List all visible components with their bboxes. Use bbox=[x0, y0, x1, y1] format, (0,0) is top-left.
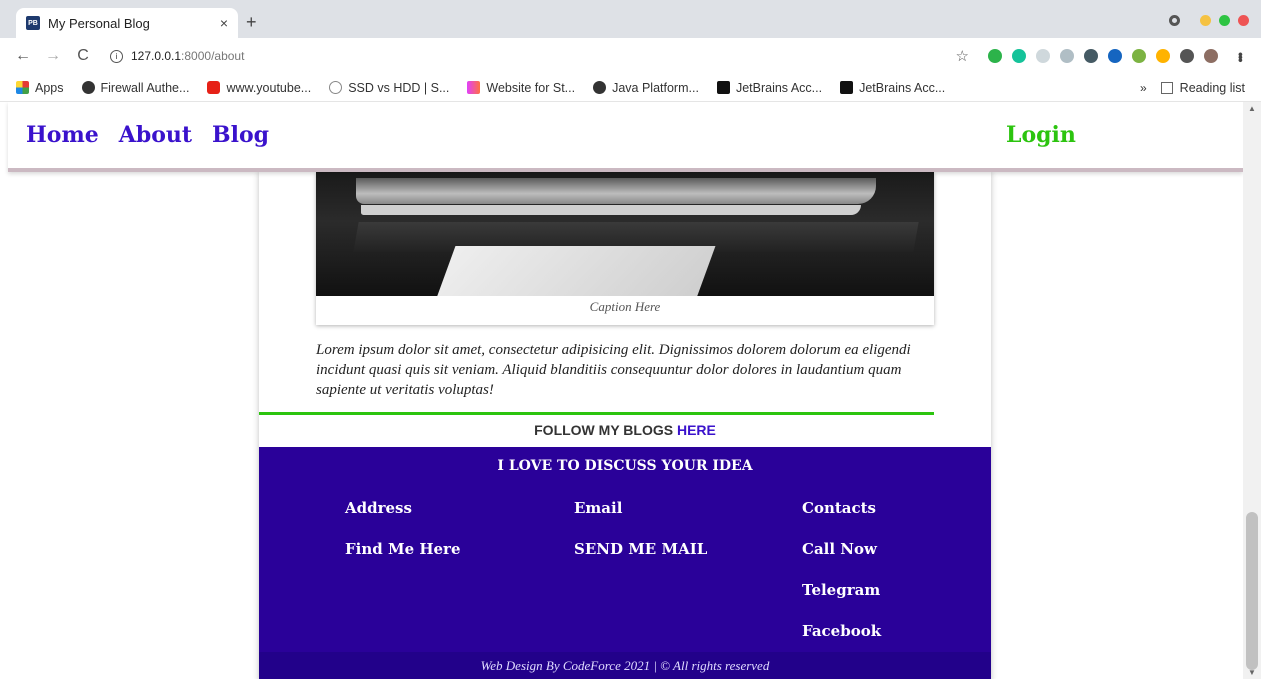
footer-email-column: Email SEND ME MAIL bbox=[574, 499, 707, 581]
footer-address-heading: Address bbox=[345, 499, 412, 517]
bookmark-star-icon[interactable]: ☆ bbox=[956, 47, 969, 65]
tab-strip: PB My Personal Blog × + bbox=[0, 0, 1261, 38]
site-info-icon[interactable]: i bbox=[110, 49, 123, 63]
send-me-mail-link[interactable]: SEND ME MAIL bbox=[574, 540, 707, 581]
site-icon bbox=[329, 81, 343, 94]
laptop-photo bbox=[316, 172, 934, 296]
call-now-link[interactable]: Call Now bbox=[802, 540, 881, 581]
tab-close-icon[interactable]: × bbox=[220, 15, 228, 31]
bookmark-item[interactable]: www.youtube... bbox=[207, 81, 311, 95]
globe-icon bbox=[593, 81, 607, 94]
grammarly-icon[interactable] bbox=[1012, 49, 1026, 63]
w-logo-icon bbox=[467, 81, 481, 94]
reload-button[interactable]: C bbox=[72, 47, 94, 65]
youtube-icon bbox=[207, 81, 221, 94]
extension-icon[interactable] bbox=[988, 49, 1002, 63]
section-divider bbox=[259, 412, 934, 415]
footer-address-column: Address Find Me Here bbox=[345, 499, 461, 581]
extension-icon[interactable] bbox=[1036, 49, 1050, 63]
url-path: :8000/about bbox=[181, 49, 245, 63]
download-icon[interactable] bbox=[1060, 49, 1074, 63]
jetbrains-icon bbox=[840, 81, 854, 94]
site-navbar: Home About Blog Login bbox=[8, 102, 1243, 172]
find-me-here-link[interactable]: Find Me Here bbox=[345, 540, 461, 581]
footer-contacts-heading: Contacts bbox=[802, 499, 877, 517]
nav-login-link[interactable]: Login bbox=[1006, 122, 1076, 148]
nav-home-link[interactable]: Home bbox=[26, 122, 99, 148]
maximize-button[interactable] bbox=[1219, 15, 1230, 26]
extension-icon[interactable] bbox=[1108, 49, 1122, 63]
follow-here-link[interactable]: HERE bbox=[677, 422, 716, 438]
blog-favicon-icon: PB bbox=[26, 16, 40, 30]
reading-list-icon bbox=[1160, 81, 1173, 94]
extension-icon[interactable] bbox=[1132, 49, 1146, 63]
reading-list-label: Reading list bbox=[1179, 80, 1245, 95]
page-viewport: Home About Blog Login Caption Here Lorem… bbox=[0, 102, 1243, 679]
address-bar[interactable]: i 127.0.0.1:8000/about bbox=[110, 49, 956, 63]
figure-caption: Caption Here bbox=[589, 299, 661, 314]
nav-blog-link[interactable]: Blog bbox=[212, 122, 269, 148]
puzzle-extensions-icon[interactable] bbox=[1180, 49, 1194, 63]
bookmark-item[interactable]: JetBrains Acc... bbox=[716, 81, 822, 95]
minimize-button[interactable] bbox=[1200, 15, 1211, 26]
more-bookmarks-button[interactable]: » bbox=[1140, 81, 1147, 95]
bookmark-item[interactable]: Java Platform... bbox=[593, 81, 699, 95]
bookmarks-right: » Reading list bbox=[1140, 81, 1245, 95]
site-footer: I LOVE TO DISCUSS YOUR IDEA Address Find… bbox=[259, 447, 991, 652]
back-button[interactable]: ← bbox=[12, 47, 34, 65]
article-card: Caption Here Lorem ipsum dolor sit amet,… bbox=[259, 172, 991, 679]
apps-grid-icon bbox=[16, 81, 29, 94]
page-scrollbar[interactable]: ▲ ▼ bbox=[1243, 102, 1261, 679]
browser-window: PB My Personal Blog × + ← → C i 127.0.0.… bbox=[0, 0, 1261, 679]
tab-my-personal-blog[interactable]: PB My Personal Blog × bbox=[16, 8, 238, 38]
profile-avatar-icon[interactable] bbox=[1204, 49, 1218, 63]
extension-settings-icon[interactable] bbox=[1169, 15, 1180, 26]
bookmarks-bar: Apps Firewall Authe... www.youtube... SS… bbox=[0, 74, 1261, 102]
browser-toolbar: ← → C i 127.0.0.1:8000/about ☆ ••• bbox=[0, 38, 1261, 74]
reading-list-button[interactable]: Reading list bbox=[1160, 80, 1245, 95]
bookmark-item[interactable]: JetBrains Acc... bbox=[840, 81, 945, 95]
jetbrains-icon bbox=[716, 81, 730, 94]
footer-contacts-column: Contacts Call Now Telegram Facebook bbox=[802, 499, 881, 663]
bookmark-item[interactable]: Firewall Authe... bbox=[81, 81, 189, 95]
bookmark-item[interactable]: SSD vs HDD | S... bbox=[329, 81, 449, 95]
follow-blogs-text: FOLLOW MY BLOGS HERE bbox=[534, 422, 716, 438]
article-body: Lorem ipsum dolor sit amet, consectetur … bbox=[316, 342, 911, 398]
extension-icon[interactable] bbox=[1084, 49, 1098, 63]
scroll-down-arrow-icon[interactable]: ▼ bbox=[1248, 668, 1256, 677]
extension-icon[interactable] bbox=[1156, 49, 1170, 63]
footer-title: I LOVE TO DISCUSS YOUR IDEA bbox=[497, 458, 753, 474]
bookmark-item[interactable]: Website for St... bbox=[467, 81, 575, 95]
browser-menu-icon[interactable]: ••• bbox=[1233, 52, 1249, 61]
scroll-up-arrow-icon[interactable]: ▲ bbox=[1248, 104, 1256, 113]
nav-about-link[interactable]: About bbox=[119, 122, 192, 148]
footer-copyright: Web Design By CodeForce 2021 | © All rig… bbox=[259, 652, 991, 679]
window-controls bbox=[1169, 15, 1249, 26]
telegram-link[interactable]: Telegram bbox=[802, 581, 881, 622]
article-figure: Caption Here bbox=[316, 172, 934, 325]
url-host: 127.0.0.1 bbox=[131, 49, 182, 63]
new-tab-button[interactable]: + bbox=[246, 12, 257, 33]
globe-icon bbox=[81, 81, 95, 94]
close-window-button[interactable] bbox=[1238, 15, 1249, 26]
tab-title: My Personal Blog bbox=[48, 15, 150, 31]
footer-email-heading: Email bbox=[574, 499, 623, 517]
bookmark-item[interactable]: Apps bbox=[16, 81, 64, 95]
scrollbar-thumb[interactable] bbox=[1246, 512, 1258, 670]
forward-button[interactable]: → bbox=[42, 47, 64, 65]
